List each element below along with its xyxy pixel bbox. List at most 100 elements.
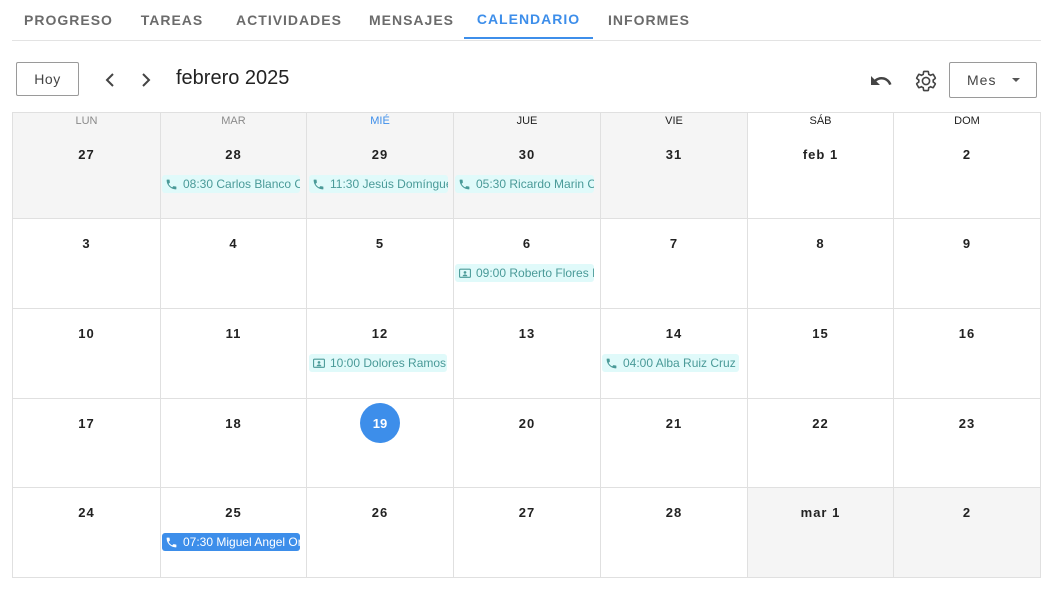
tab-progreso[interactable]: PROGRESO bbox=[12, 0, 125, 39]
weekday-header-lun: LUN bbox=[75, 115, 98, 127]
chevron-right-icon bbox=[142, 73, 151, 87]
day-number: 2 bbox=[962, 505, 972, 520]
day-cell[interactable]: 3 bbox=[13, 219, 161, 309]
day-cell[interactable]: 18 bbox=[161, 399, 307, 488]
day-number: mar 1 bbox=[800, 505, 841, 520]
event-call[interactable]: 08:30 Carlos Blanco C bbox=[162, 175, 300, 193]
event-label: 04:00 Alba Ruiz Cruz bbox=[623, 356, 736, 370]
weekday-header-jue: JUE bbox=[516, 115, 538, 127]
day-cell[interactable]: 15 bbox=[748, 309, 894, 399]
day-number: 28 bbox=[665, 505, 683, 520]
event-label: 05:30 Ricardo Marin C bbox=[476, 177, 594, 191]
day-cell[interactable]: mar 1 bbox=[748, 488, 894, 577]
day-cell[interactable]: 2 bbox=[894, 488, 1040, 577]
phone-icon bbox=[312, 177, 326, 191]
day-cell[interactable]: 16 bbox=[894, 309, 1040, 399]
day-number: 9 bbox=[962, 236, 972, 251]
day-cell[interactable]: 20 bbox=[454, 399, 601, 488]
day-cell[interactable]: JUE 30 bbox=[454, 113, 601, 219]
day-number: 7 bbox=[669, 236, 679, 251]
undo-button[interactable] bbox=[868, 68, 894, 94]
day-number: 8 bbox=[816, 236, 825, 251]
day-number: 17 bbox=[78, 416, 95, 431]
day-cell[interactable]: MIÉ 29 bbox=[307, 113, 454, 219]
prev-month-button[interactable] bbox=[98, 68, 122, 92]
day-cell[interactable]: 23 bbox=[894, 399, 1040, 488]
day-number: 27 bbox=[518, 505, 536, 520]
day-cell-today[interactable]: 19 bbox=[307, 399, 454, 488]
tab-calendario[interactable]: CALENDARIO bbox=[464, 0, 593, 39]
day-number: 6 bbox=[522, 236, 532, 251]
event-meeting[interactable]: 10:00 Dolores Ramos bbox=[309, 354, 447, 372]
view-select[interactable]: Mes bbox=[949, 62, 1037, 98]
day-cell[interactable]: 11 bbox=[161, 309, 307, 399]
meeting-icon bbox=[312, 356, 326, 370]
day-number: 16 bbox=[958, 326, 976, 341]
event-label: 07:30 Miguel Angel Or bbox=[183, 535, 300, 549]
weekday-header-mar: MAR bbox=[221, 115, 246, 127]
day-number: 22 bbox=[812, 416, 829, 431]
day-number: 15 bbox=[812, 326, 829, 341]
day-number: 2 bbox=[962, 147, 972, 162]
today-button[interactable]: Hoy bbox=[16, 62, 79, 96]
tab-mensajes[interactable]: MENSAJES bbox=[359, 0, 464, 39]
event-call[interactable]: 04:00 Alba Ruiz Cruz bbox=[602, 354, 739, 372]
today-indicator: 19 bbox=[360, 403, 400, 443]
phone-icon bbox=[165, 535, 179, 549]
tab-tareas[interactable]: TAREAS bbox=[125, 0, 219, 39]
day-number: 5 bbox=[375, 236, 385, 251]
event-label: 10:00 Dolores Ramos bbox=[330, 356, 447, 370]
day-cell[interactable]: 24 bbox=[13, 488, 161, 577]
day-number: 3 bbox=[82, 236, 91, 251]
event-call-selected[interactable]: 07:30 Miguel Angel Or bbox=[162, 533, 300, 551]
day-cell[interactable]: 10 bbox=[13, 309, 161, 399]
event-label: 09:00 Roberto Flores L bbox=[476, 266, 594, 280]
day-cell[interactable]: 17 bbox=[13, 399, 161, 488]
day-cell[interactable]: LUN 27 bbox=[13, 113, 161, 219]
day-number: 21 bbox=[665, 416, 683, 431]
day-cell[interactable]: 22 bbox=[748, 399, 894, 488]
day-cell[interactable]: 8 bbox=[748, 219, 894, 309]
view-select-label: Mes bbox=[967, 72, 997, 88]
next-month-button[interactable] bbox=[134, 68, 158, 92]
day-cell[interactable]: 4 bbox=[161, 219, 307, 309]
day-number: 20 bbox=[518, 416, 536, 431]
day-cell[interactable]: 7 bbox=[601, 219, 748, 309]
day-number: 27 bbox=[78, 147, 95, 162]
caret-down-icon bbox=[1012, 78, 1020, 82]
event-meeting[interactable]: 09:00 Roberto Flores L bbox=[455, 264, 594, 282]
day-cell[interactable]: 28 bbox=[601, 488, 748, 577]
day-cell[interactable]: MAR 28 bbox=[161, 113, 307, 219]
day-cell[interactable]: VIE 31 bbox=[601, 113, 748, 219]
day-cell[interactable]: 9 bbox=[894, 219, 1040, 309]
weekday-header-vie: VIE bbox=[665, 115, 683, 127]
event-call[interactable]: 11:30 Jesús Domíngue bbox=[309, 175, 448, 193]
day-number: 28 bbox=[225, 147, 242, 162]
settings-button[interactable] bbox=[913, 68, 939, 94]
phone-icon bbox=[458, 177, 472, 191]
event-label: 11:30 Jesús Domíngue bbox=[330, 177, 448, 191]
day-number: 31 bbox=[665, 147, 683, 162]
tab-actividades[interactable]: ACTIVIDADES bbox=[219, 0, 359, 39]
gear-icon bbox=[915, 70, 937, 92]
day-cell[interactable]: 26 bbox=[307, 488, 454, 577]
day-cell[interactable]: DOM 2 bbox=[894, 113, 1040, 219]
day-number: 13 bbox=[518, 326, 536, 341]
phone-icon bbox=[605, 356, 619, 370]
day-number: feb 1 bbox=[802, 147, 839, 162]
day-number: 30 bbox=[518, 147, 536, 162]
event-call[interactable]: 05:30 Ricardo Marin C bbox=[455, 175, 594, 193]
day-cell[interactable]: 13 bbox=[454, 309, 601, 399]
day-number: 23 bbox=[958, 416, 976, 431]
day-cell[interactable]: 5 bbox=[307, 219, 454, 309]
day-cell[interactable]: 21 bbox=[601, 399, 748, 488]
event-label: 08:30 Carlos Blanco C bbox=[183, 177, 300, 191]
day-number: 10 bbox=[78, 326, 95, 341]
day-number: 18 bbox=[225, 416, 242, 431]
tab-informes[interactable]: INFORMES bbox=[593, 0, 705, 39]
month-title: febrero 2025 bbox=[176, 67, 290, 89]
tab-bar: PROGRESO TAREAS ACTIVIDADES MENSAJES CAL… bbox=[12, 0, 1041, 41]
day-cell[interactable]: SÁB feb 1 bbox=[748, 113, 894, 219]
day-number: 14 bbox=[665, 326, 683, 341]
day-cell[interactable]: 27 bbox=[454, 488, 601, 577]
